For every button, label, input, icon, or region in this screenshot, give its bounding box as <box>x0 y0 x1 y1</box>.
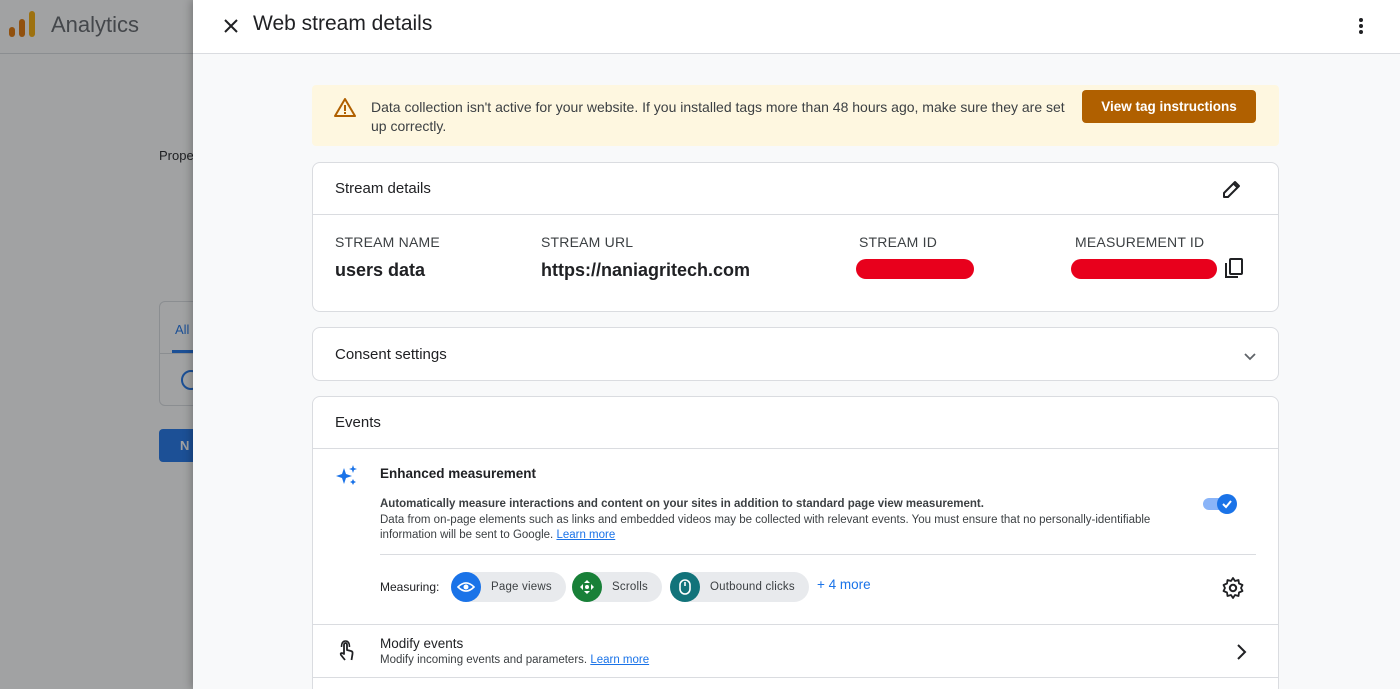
stream-details-header: Stream details <box>313 163 1278 215</box>
stream-id-label: STREAM ID <box>859 234 938 250</box>
chip-page-views[interactable]: Page views <box>451 572 566 602</box>
gear-icon[interactable] <box>1221 576 1245 600</box>
learn-more-link[interactable]: Learn more <box>556 529 615 541</box>
drawer-title: Web stream details <box>253 12 433 35</box>
stream-url-value: https://naniagritech.com <box>541 260 751 280</box>
chevron-down-icon <box>1244 353 1256 361</box>
chip-scrolls[interactable]: Scrolls <box>572 572 662 602</box>
enhanced-measurement-description-text: Data from on-page elements such as links… <box>380 514 1151 541</box>
events-header: Events <box>313 397 1278 449</box>
more-vert-icon <box>1359 18 1363 34</box>
chip-outbound-clicks[interactable]: Outbound clicks <box>670 572 809 602</box>
chevron-right-icon <box>1237 644 1247 660</box>
events-card: Events Enhanced measurement Automaticall… <box>312 396 1279 689</box>
stream-name-field: STREAM NAME users data <box>335 234 440 281</box>
divider <box>380 554 1256 555</box>
stream-url-field: STREAM URL https://naniagritech.com <box>541 234 750 281</box>
measuring-label: Measuring: <box>380 580 440 594</box>
data-collection-warning: Data collection isn't active for your we… <box>312 85 1279 146</box>
warning-icon <box>334 98 356 117</box>
modify-events-subtitle: Modify incoming events and parameters. L… <box>380 654 649 666</box>
more-measurements-link[interactable]: + 4 more <box>817 577 871 592</box>
divider <box>313 677 1278 678</box>
more-options-button[interactable] <box>1347 12 1375 40</box>
toggle-knob <box>1217 494 1237 514</box>
redacted-measurement-id <box>1071 259 1217 279</box>
edit-icon[interactable] <box>1220 177 1244 201</box>
stream-details-card: Stream details STREAM NAME users data ST… <box>312 162 1279 312</box>
learn-more-link[interactable]: Learn more <box>590 654 649 666</box>
redacted-stream-id <box>856 259 974 279</box>
consent-settings-title: Consent settings <box>335 346 447 363</box>
chip-label: Page views <box>491 581 552 593</box>
view-tag-instructions-button[interactable]: View tag instructions <box>1082 90 1256 123</box>
enhanced-measurement-summary: Automatically measure interactions and c… <box>380 498 984 510</box>
modify-events-subtitle-text: Modify incoming events and parameters. <box>380 654 588 666</box>
warning-message: Data collection isn't active for your we… <box>371 99 1065 134</box>
stream-name-label: STREAM NAME <box>335 234 440 250</box>
measurement-id-field: MEASUREMENT ID <box>1075 234 1204 250</box>
mouse-icon <box>670 572 700 602</box>
enhanced-measurement-title: Enhanced measurement <box>380 466 537 481</box>
enhanced-measurement-toggle[interactable] <box>1203 494 1239 514</box>
stream-details-title: Stream details <box>335 180 431 197</box>
modify-events-row[interactable]: Modify events Modify incoming events and… <box>313 625 1278 677</box>
measurement-id-label: MEASUREMENT ID <box>1075 234 1205 250</box>
scroll-icon <box>572 572 602 602</box>
copy-icon[interactable] <box>1223 257 1245 279</box>
sparkle-icon <box>336 465 357 485</box>
drawer-header: Web stream details <box>193 0 1400 54</box>
modify-events-title: Modify events <box>380 636 464 651</box>
events-title: Events <box>335 414 381 431</box>
chip-label: Scrolls <box>612 581 648 593</box>
touch-icon <box>339 640 354 661</box>
enhanced-measurement-description: Data from on-page elements such as links… <box>380 513 1180 543</box>
consent-settings-card[interactable]: Consent settings <box>312 327 1279 381</box>
chip-label: Outbound clicks <box>710 581 795 593</box>
close-button[interactable] <box>217 12 245 40</box>
web-stream-drawer: Web stream details Data collection isn't… <box>193 0 1400 689</box>
stream-id-field: STREAM ID <box>859 234 937 250</box>
stream-url-label: STREAM URL <box>541 234 634 250</box>
eye-icon <box>451 572 481 602</box>
check-icon <box>1222 500 1232 509</box>
close-icon <box>224 19 238 33</box>
stream-name-value: users data <box>335 260 426 280</box>
